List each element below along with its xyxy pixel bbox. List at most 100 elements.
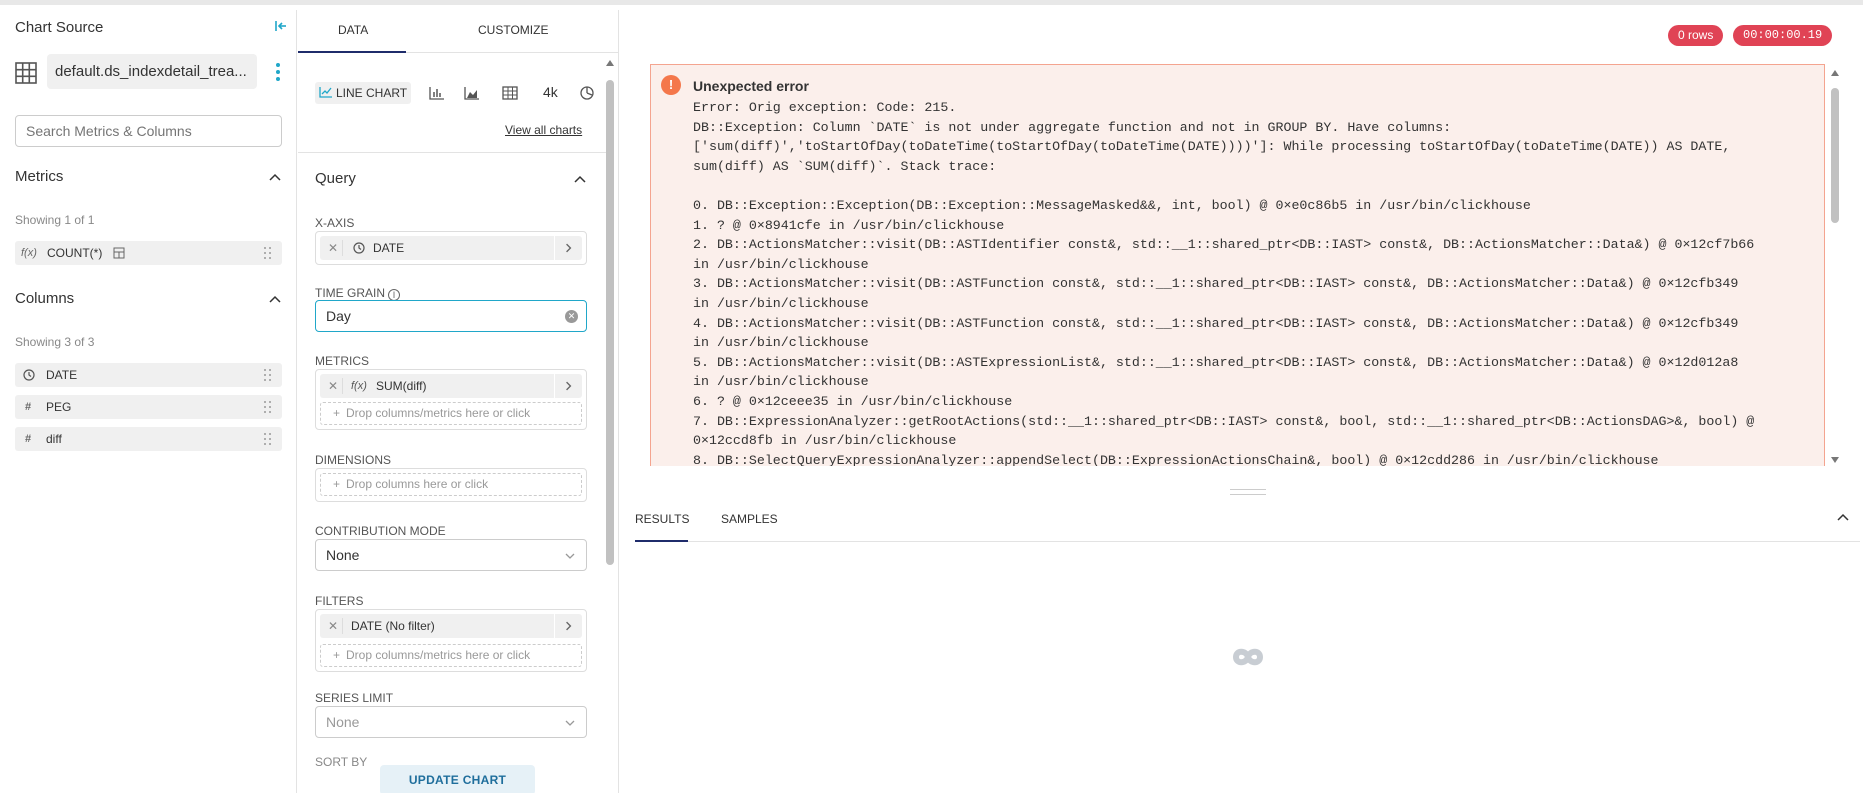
columns-showing-count: Showing 3 of 3 <box>15 335 95 349</box>
series-limit-select[interactable]: None <box>315 706 587 738</box>
metrics-showing-count: Showing 1 of 1 <box>15 213 95 227</box>
clear-icon[interactable]: ✕ <box>565 310 578 323</box>
metrics-drop-zone[interactable]: + Drop columns/metrics here or click <box>320 402 582 425</box>
chevron-up-icon[interactable] <box>1836 510 1850 524</box>
remove-icon[interactable]: ✕ <box>328 614 338 638</box>
chevron-up-icon[interactable] <box>268 292 282 306</box>
viz-line-chart[interactable]: LINE CHART <box>315 82 412 104</box>
resize-handle[interactable] <box>1230 489 1266 495</box>
metrics-heading: Metrics <box>15 168 64 185</box>
filters-control: ✕ DATE (No filter) + Drop columns/metrics… <box>315 609 587 672</box>
explore-app: Chart Source default.ds_indexdetail_trea… <box>0 0 1863 793</box>
chevron-up-icon[interactable] <box>268 170 282 184</box>
error-message: Error: Orig exception: Code: 215. DB::Ex… <box>693 100 1755 466</box>
time-grain-select[interactable]: Day ✕ <box>315 300 587 332</box>
chevron-right-icon[interactable] <box>554 614 582 638</box>
numeric-icon: # <box>25 401 32 413</box>
metric-label: COUNT(*) <box>47 246 103 260</box>
contribution-mode-value: None <box>326 547 360 563</box>
columns-heading: Columns <box>15 290 75 307</box>
drag-handle-icon[interactable] <box>264 401 272 413</box>
series-limit-value: None <box>326 714 360 730</box>
sort-by-label: SORT BY <box>315 755 368 769</box>
divider <box>298 152 608 153</box>
scroll-down-icon[interactable] <box>1831 457 1839 463</box>
x-axis-label: X-AXIS <box>315 216 355 230</box>
filters-label: FILTERS <box>315 594 364 608</box>
dimensions-control: + Drop columns here or click <box>315 468 587 502</box>
chart-source-panel: Chart Source default.ds_indexdetail_trea… <box>0 10 297 793</box>
plus-icon: + <box>333 477 341 491</box>
chevron-right-icon[interactable] <box>554 374 582 398</box>
contribution-mode-select[interactable]: None <box>315 539 587 571</box>
filter-pill[interactable]: ✕ DATE (No filter) <box>320 614 582 638</box>
query-section-heading: Query <box>315 170 356 187</box>
table-icon[interactable] <box>501 85 519 101</box>
error-title: Unexpected error <box>693 78 809 94</box>
x-axis-value: DATE <box>373 241 405 255</box>
dimensions-label: DIMENSIONS <box>315 453 392 467</box>
search-metrics-columns-input[interactable] <box>15 115 282 147</box>
viz-line-label: LINE CHART <box>336 86 408 100</box>
pie-chart-icon[interactable] <box>578 85 596 101</box>
remove-icon[interactable]: ✕ <box>328 236 338 260</box>
column-label: DATE <box>46 368 78 382</box>
timer-badge: 00:00:00.19 <box>1733 25 1833 46</box>
filters-drop-zone[interactable]: + Drop columns/metrics here or click <box>320 644 582 667</box>
scroll-up-icon[interactable] <box>1831 70 1839 76</box>
tab-data[interactable]: DATA <box>338 23 368 37</box>
chevron-right-icon[interactable] <box>554 236 582 260</box>
tab-customize[interactable]: CUSTOMIZE <box>478 23 548 37</box>
remove-icon[interactable]: ✕ <box>328 374 338 398</box>
column-item-diff[interactable]: # diff <box>15 427 282 451</box>
tab-samples[interactable]: SAMPLES <box>721 512 778 526</box>
drag-handle-icon[interactable] <box>264 433 272 445</box>
time-grain-label: TIME GRAIN i <box>315 286 401 301</box>
x-axis-control: ✕ DATE <box>315 231 587 265</box>
update-chart-button[interactable]: UPDATE CHART <box>380 765 535 793</box>
scrollbar-thumb[interactable] <box>1831 88 1839 223</box>
panel-scrollbar[interactable] <box>606 60 614 770</box>
column-label: diff <box>46 432 62 446</box>
filter-pill-value: DATE (No filter) <box>351 619 435 633</box>
drag-handle-icon[interactable] <box>264 247 272 259</box>
calculator-icon <box>113 247 125 259</box>
bar-chart-icon[interactable] <box>428 85 446 101</box>
metric-pill[interactable]: ✕ f(x) SUM(diff) <box>320 374 582 398</box>
big-number-viz[interactable]: 4k <box>543 84 558 100</box>
clock-icon <box>23 369 35 381</box>
divider <box>635 541 1860 542</box>
column-item-date[interactable]: DATE <box>15 363 282 387</box>
table-grid-icon <box>15 62 37 84</box>
series-limit-label: SERIES LIMIT <box>315 691 394 705</box>
chart-source-title: Chart Source <box>15 19 104 36</box>
chevron-down-icon <box>565 720 575 726</box>
scrollbar-thumb[interactable] <box>606 80 614 565</box>
x-axis-pill[interactable]: ✕ DATE <box>320 236 582 260</box>
clock-icon <box>353 242 365 254</box>
chevron-up-icon[interactable] <box>573 172 587 186</box>
dataset-name[interactable]: default.ds_indexdetail_trea... <box>47 54 257 89</box>
column-label: PEG <box>46 400 72 414</box>
collapse-panel-icon[interactable] <box>274 19 288 33</box>
scroll-up-icon[interactable] <box>606 60 614 66</box>
area-chart-icon[interactable] <box>463 85 481 101</box>
contribution-mode-label: CONTRIBUTION MODE <box>315 524 446 538</box>
plus-icon: + <box>333 406 341 420</box>
line-chart-icon <box>319 87 332 98</box>
control-tabs: DATA CUSTOMIZE <box>298 10 618 53</box>
more-vertical-icon[interactable] <box>272 60 284 84</box>
function-icon: f(x) <box>351 380 367 392</box>
metric-item-count[interactable]: f(x) COUNT(*) <box>15 241 282 265</box>
view-all-charts-link[interactable]: View all charts <box>505 123 582 137</box>
loading-spinner-icon <box>1232 648 1264 666</box>
query-control-panel: DATA CUSTOMIZE LINE CHART 4k View all ch… <box>298 10 619 793</box>
error-scrollbar[interactable] <box>1830 70 1840 465</box>
metrics-control: ✕ f(x) SUM(diff) + Drop columns/metrics h… <box>315 369 587 430</box>
tab-results[interactable]: RESULTS <box>635 512 689 526</box>
dimensions-drop-zone[interactable]: + Drop columns here or click <box>320 473 582 496</box>
error-alert: ! Unexpected error Error: Orig exception… <box>650 64 1825 466</box>
column-item-peg[interactable]: # PEG <box>15 395 282 419</box>
drag-handle-icon[interactable] <box>264 369 272 381</box>
chevron-down-icon <box>565 553 575 559</box>
